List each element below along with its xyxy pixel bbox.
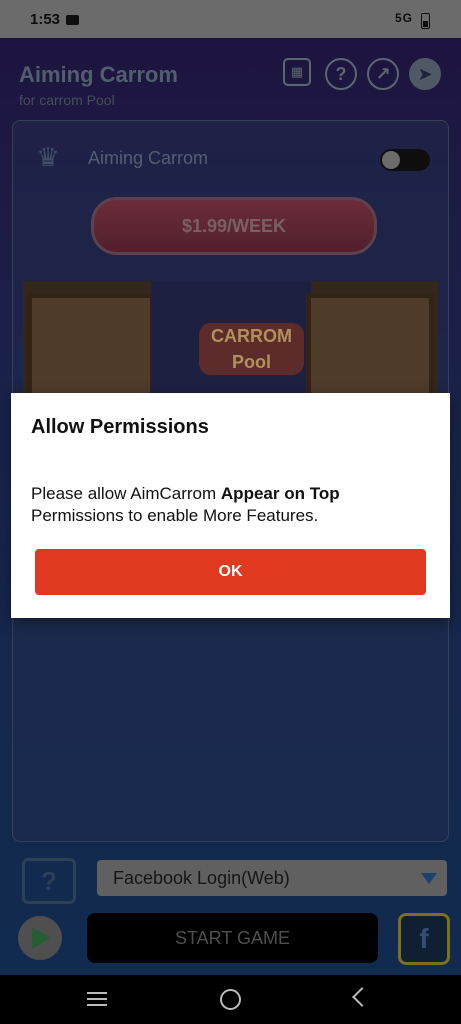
- home-icon[interactable]: [220, 989, 241, 1010]
- dialog-message-suffix: Permissions to enable More Features.: [31, 506, 319, 525]
- recent-apps-icon[interactable]: [87, 992, 107, 1006]
- dialog-message-prefix: Please allow AimCarrom: [31, 484, 221, 503]
- permission-dialog: Allow Permissions Please allow AimCarrom…: [11, 393, 450, 618]
- dialog-message: Please allow AimCarrom Appear on Top Per…: [31, 483, 431, 527]
- ok-button[interactable]: OK: [35, 549, 426, 595]
- dialog-message-bold: Appear on Top: [220, 484, 340, 503]
- system-navigation-bar: [0, 975, 461, 1024]
- dialog-title: Allow Permissions: [31, 416, 209, 438]
- back-icon[interactable]: [352, 987, 372, 1007]
